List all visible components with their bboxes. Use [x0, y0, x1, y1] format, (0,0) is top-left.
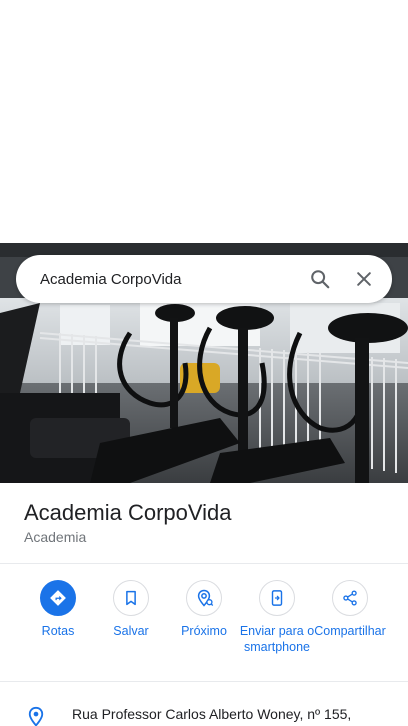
share-button[interactable]: Compartilhar [312, 580, 388, 639]
save-button-circle[interactable] [113, 580, 149, 616]
directions-button-circle[interactable] [40, 580, 76, 616]
address-row[interactable]: Rua Professor Carlos Alberto Woney, nº 1… [0, 698, 408, 726]
send-to-phone-icon [271, 590, 283, 606]
share-button-circle[interactable] [332, 580, 368, 616]
share-label: Compartilhar [314, 624, 386, 638]
send-to-phone-button-circle[interactable] [259, 580, 295, 616]
place-details-page: Academia CorpoVida Academia CorpoVida Ac… [0, 0, 408, 726]
close-icon [357, 272, 371, 286]
nearby-label: Próximo [181, 624, 227, 638]
address-text: Rua Professor Carlos Alberto Woney, nº 1… [72, 706, 352, 722]
place-title: Academia CorpoVida [24, 500, 232, 525]
divider [0, 681, 408, 682]
search-bar[interactable]: Academia CorpoVida [16, 255, 392, 303]
location-pin-icon [26, 706, 46, 726]
search-icon [311, 270, 330, 289]
save-button[interactable]: Salvar [93, 580, 169, 639]
close-button[interactable] [344, 259, 384, 299]
share-icon [343, 590, 357, 606]
bookmark-icon [126, 590, 136, 606]
divider [0, 563, 408, 564]
action-bar: Rotas Salvar Próximo Enviar para o smart… [0, 580, 408, 670]
send-to-phone-button[interactable]: Enviar para o smartphone [239, 580, 315, 655]
nearby-icon [197, 589, 214, 607]
search-input[interactable]: Academia CorpoVida [40, 271, 300, 288]
place-category[interactable]: Academia [24, 529, 86, 545]
save-label: Salvar [113, 624, 149, 638]
directions-label: Rotas [41, 624, 75, 638]
nearby-button-circle[interactable] [186, 580, 222, 616]
search-button[interactable] [300, 259, 340, 299]
directions-icon [50, 590, 66, 606]
send-to-phone-label: Enviar para o smartphone [239, 624, 315, 654]
nearby-button[interactable]: Próximo [166, 580, 242, 639]
directions-button[interactable]: Rotas [20, 580, 96, 639]
